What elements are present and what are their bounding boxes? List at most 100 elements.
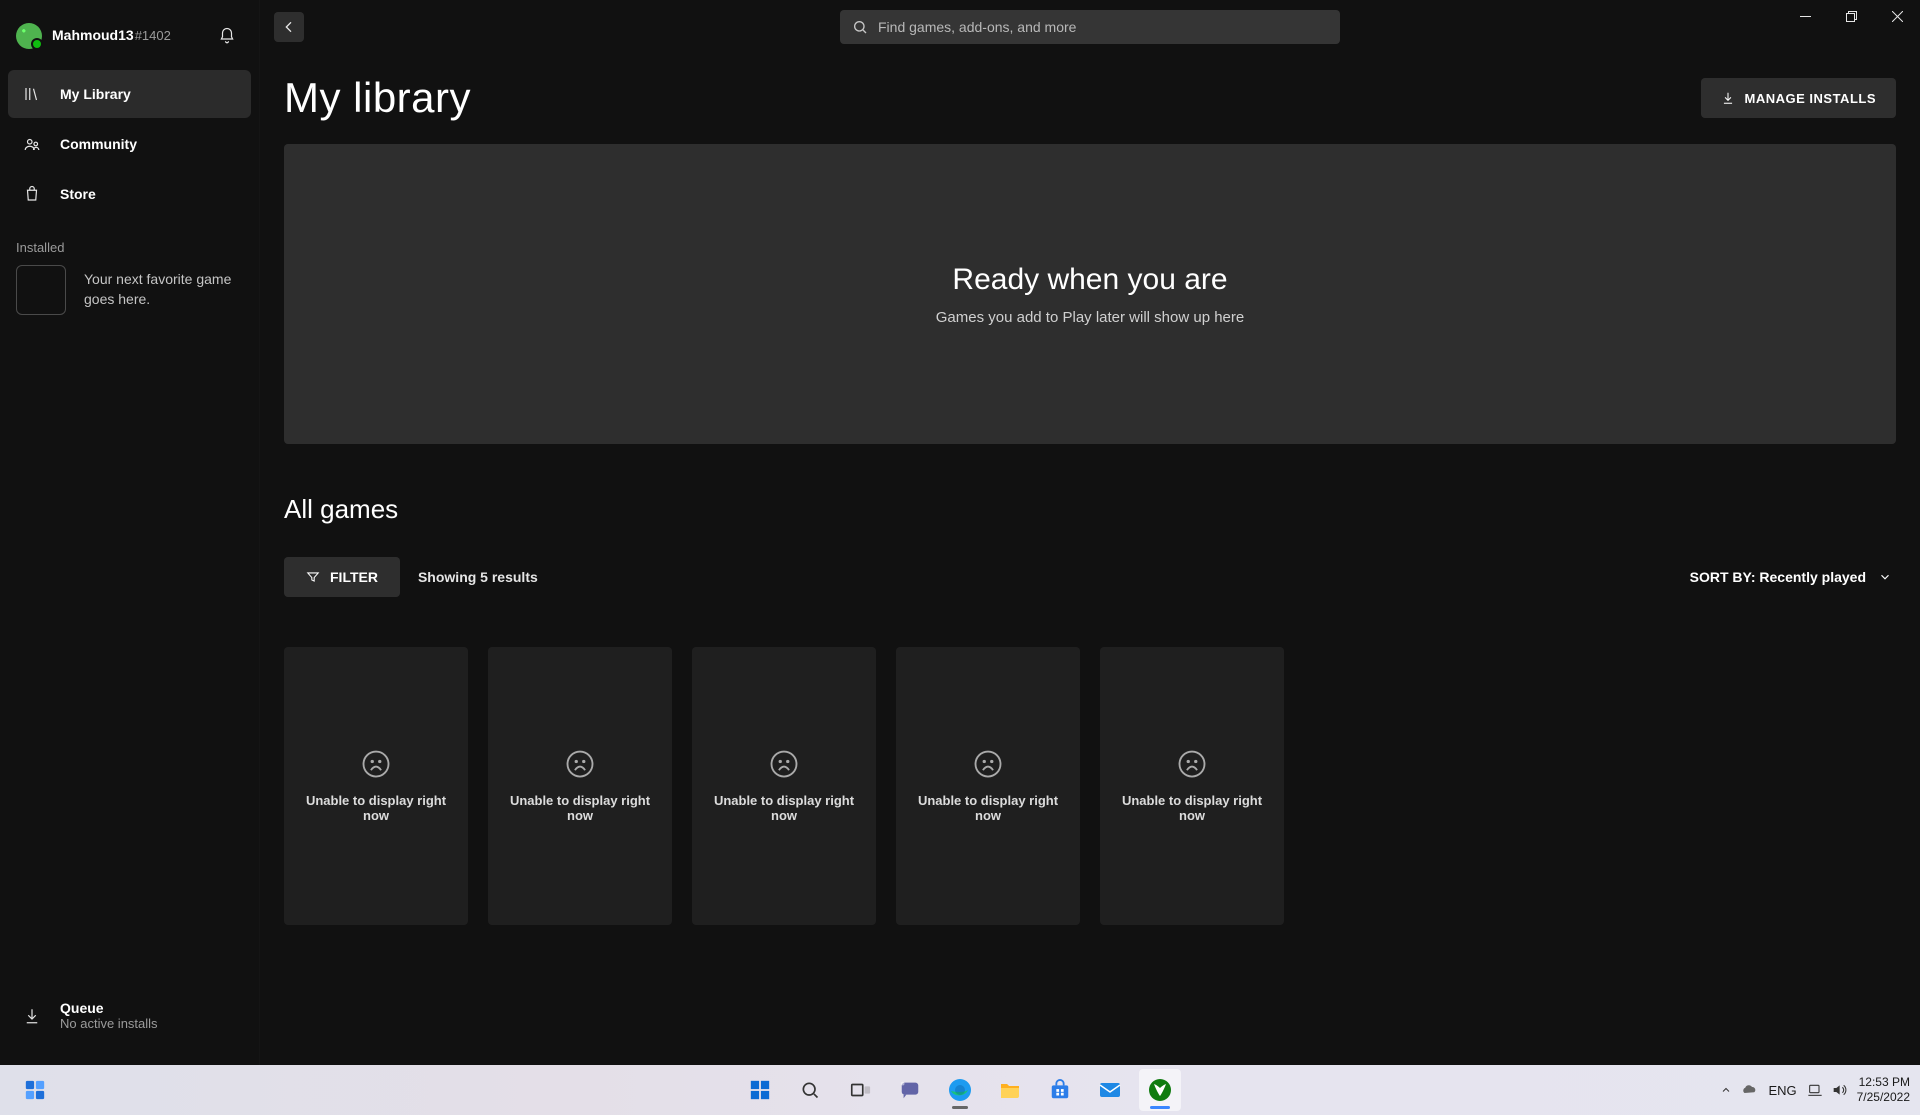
sad-face-icon [1177, 749, 1207, 779]
game-card[interactable]: Unable to display right now [284, 647, 468, 925]
taskbar-search-button[interactable] [789, 1069, 831, 1111]
taskview-icon [849, 1079, 871, 1101]
taskbar-start-button[interactable] [739, 1069, 781, 1111]
nav-item-community[interactable]: Community [8, 120, 251, 168]
window-close-button[interactable] [1874, 0, 1920, 32]
game-card-error: Unable to display right now [1108, 793, 1276, 823]
edge-icon [948, 1078, 972, 1102]
taskbar-network-sound[interactable] [1807, 1082, 1847, 1098]
sidebar: Mahmoud13#1402 My Library [0, 0, 260, 1065]
game-card[interactable]: Unable to display right now [896, 647, 1080, 925]
page-body: My library MANAGE INSTALLS Ready when yo… [260, 54, 1920, 949]
sad-face-icon [973, 749, 1003, 779]
maximize-icon [1846, 11, 1857, 22]
chevron-left-icon [281, 19, 297, 35]
game-grid: Unable to display right now Unable to di… [284, 647, 1896, 925]
installed-placeholder[interactable]: Your next favorite game goes here. [8, 265, 251, 315]
network-icon [1807, 1082, 1823, 1098]
page-header: My library MANAGE INSTALLS [284, 74, 1896, 122]
sad-face-icon [769, 749, 799, 779]
sound-icon [1831, 1082, 1847, 1098]
game-card-error: Unable to display right now [292, 793, 460, 823]
user-tag: #1402 [135, 28, 171, 43]
placeholder-tile [16, 265, 66, 315]
mail-icon [1098, 1078, 1122, 1102]
taskbar-clock[interactable]: 12:53 PM 7/25/2022 [1857, 1075, 1910, 1105]
taskbar-chat-button[interactable] [889, 1069, 931, 1111]
manage-installs-label: MANAGE INSTALLS [1745, 91, 1876, 106]
taskbar-language[interactable]: ENG [1768, 1083, 1796, 1098]
placeholder-text: Your next favorite game goes here. [84, 270, 234, 309]
manage-installs-button[interactable]: MANAGE INSTALLS [1701, 78, 1896, 118]
taskbar-mail-button[interactable] [1089, 1069, 1131, 1111]
top-bar [260, 0, 1920, 54]
taskbar-edge-button[interactable] [939, 1069, 981, 1111]
nav-item-library[interactable]: My Library [8, 70, 251, 118]
xbox-icon [1148, 1078, 1172, 1102]
queue-title: Queue [60, 1000, 158, 1016]
game-card-error: Unable to display right now [904, 793, 1072, 823]
download-icon [1721, 91, 1735, 105]
search-icon [800, 1080, 820, 1100]
taskbar-xbox-button[interactable] [1139, 1069, 1181, 1111]
game-card[interactable]: Unable to display right now [692, 647, 876, 925]
ms-store-icon [1049, 1079, 1071, 1101]
username: Mahmoud13 [52, 27, 134, 43]
app-content: Mahmoud13#1402 My Library [0, 0, 1920, 1065]
profile-row[interactable]: Mahmoud13#1402 [8, 8, 251, 64]
library-icon [22, 84, 42, 104]
store-icon [22, 184, 42, 204]
queue-text: Queue No active installs [60, 1000, 158, 1031]
all-games-heading: All games [284, 494, 1896, 525]
onedrive-icon [1740, 1081, 1758, 1099]
search-box[interactable] [840, 10, 1340, 44]
sort-button[interactable]: SORT BY: Recently played [1686, 561, 1896, 593]
notifications-button[interactable] [211, 20, 243, 52]
chevron-up-icon [1720, 1084, 1732, 1096]
nav-label-community: Community [60, 136, 137, 152]
filter-button[interactable]: FILTER [284, 557, 400, 597]
game-card[interactable]: Unable to display right now [1100, 647, 1284, 925]
back-button[interactable] [274, 12, 304, 42]
taskbar-taskview-button[interactable] [839, 1069, 881, 1111]
minimize-icon [1800, 11, 1811, 22]
taskbar-store-button[interactable] [1039, 1069, 1081, 1111]
widgets-icon [24, 1079, 46, 1101]
filter-row: FILTER Showing 5 results SORT BY: Recent… [284, 557, 1896, 597]
primary-nav: My Library Community Store [8, 70, 251, 218]
bell-icon [218, 27, 236, 45]
nav-label-library: My Library [60, 86, 131, 102]
nav-label-store: Store [60, 186, 96, 202]
avatar [16, 23, 42, 49]
ready-title: Ready when you are [952, 263, 1227, 297]
windows-start-icon [749, 1079, 771, 1101]
chat-icon [899, 1079, 921, 1101]
search-input[interactable] [878, 19, 1328, 35]
queue-sub: No active installs [60, 1016, 158, 1031]
taskbar-date: 7/25/2022 [1857, 1090, 1910, 1105]
sad-face-icon [565, 749, 595, 779]
taskbar-explorer-button[interactable] [989, 1069, 1031, 1111]
download-icon [22, 1006, 42, 1026]
folder-icon [998, 1078, 1022, 1102]
nav-item-store[interactable]: Store [8, 170, 251, 218]
filter-label: FILTER [330, 569, 378, 585]
xbox-app-window: Mahmoud13#1402 My Library [0, 0, 1920, 1065]
game-card-error: Unable to display right now [496, 793, 664, 823]
installed-section-label: Installed [8, 218, 251, 265]
profile-name: Mahmoud13#1402 [52, 27, 171, 45]
window-maximize-button[interactable] [1828, 0, 1874, 32]
main-area: My library MANAGE INSTALLS Ready when yo… [260, 0, 1920, 1065]
taskbar-tray[interactable] [1720, 1081, 1758, 1099]
window-minimize-button[interactable] [1782, 0, 1828, 32]
result-count: Showing 5 results [418, 569, 538, 585]
community-icon [22, 134, 42, 154]
sad-face-icon [361, 749, 391, 779]
queue-row[interactable]: Queue No active installs [8, 990, 251, 1057]
search-icon [852, 19, 868, 35]
ready-sub: Games you add to Play later will show up… [936, 309, 1245, 326]
taskbar-time: 12:53 PM [1857, 1075, 1910, 1090]
game-card-error: Unable to display right now [700, 793, 868, 823]
game-card[interactable]: Unable to display right now [488, 647, 672, 925]
taskbar-widgets-button[interactable] [14, 1069, 56, 1111]
